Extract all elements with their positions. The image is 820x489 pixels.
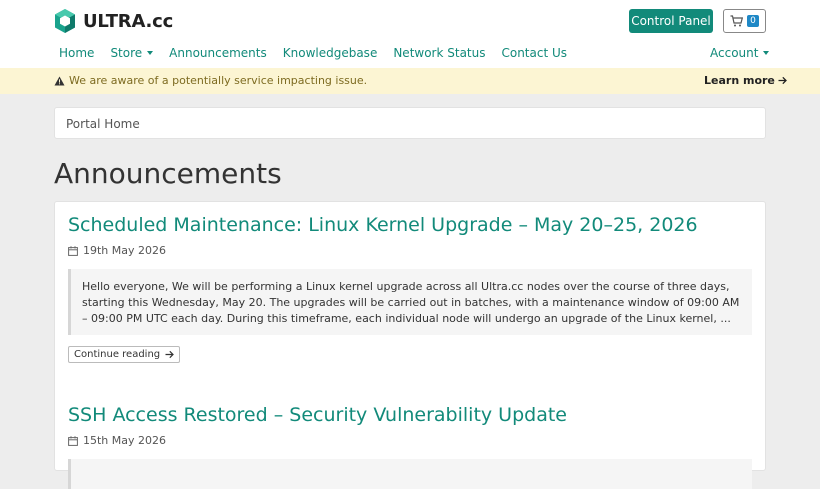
cart-icon (730, 15, 744, 27)
nav-item-announcements[interactable]: Announcements (163, 46, 267, 60)
calendar-icon (68, 245, 78, 256)
arrow-right-icon (165, 350, 174, 359)
nav-item-account[interactable]: Account (710, 46, 770, 60)
brand-logo[interactable]: ULTRA.cc (54, 8, 173, 34)
nav-item-home[interactable]: Home (54, 46, 94, 60)
caret-down-icon (147, 51, 154, 55)
announcement-excerpt: Hello everyone, We will be performing a … (68, 269, 752, 335)
caret-down-icon (763, 51, 770, 55)
top-header: ULTRA.cc Control Panel 0 Home Store Anno… (0, 0, 820, 68)
nav-item-contact-us[interactable]: Contact Us (495, 46, 567, 60)
announcement-date: 19th May 2026 (68, 244, 752, 257)
brand-name: ULTRA.cc (83, 10, 174, 32)
main-nav: Home Store Announcements Knowledgebase N… (54, 46, 577, 60)
continue-reading-button[interactable]: Continue reading (68, 346, 181, 363)
breadcrumb: Portal Home (54, 107, 766, 139)
alert-message: We are aware of a potentially service im… (69, 74, 368, 87)
announcement-item: Scheduled Maintenance: Linux Kernel Upgr… (68, 214, 752, 363)
announcement-title[interactable]: Scheduled Maintenance: Linux Kernel Upgr… (68, 214, 752, 236)
breadcrumb-portal-home[interactable]: Portal Home (66, 117, 140, 131)
announcements-list: Scheduled Maintenance: Linux Kernel Upgr… (54, 201, 766, 489)
nav-item-store[interactable]: Store (104, 46, 154, 60)
learn-more-link[interactable]: Learn more (704, 74, 787, 87)
control-panel-button[interactable]: Control Panel (629, 9, 713, 33)
hexagon-logo-icon (55, 9, 75, 33)
announcement-item: SSH Access Restored – Security Vulnerabi… (68, 404, 752, 489)
warning-icon (54, 76, 65, 85)
cart-count-badge: 0 (747, 15, 759, 27)
announcement-title[interactable]: SSH Access Restored – Security Vulnerabi… (68, 404, 752, 426)
alert-banner: We are aware of a potentially service im… (0, 68, 820, 94)
calendar-icon (68, 435, 78, 446)
page-title: Announcements (54, 157, 282, 190)
announcement-excerpt (68, 459, 752, 489)
arrow-right-icon (778, 76, 787, 85)
cart-button[interactable]: 0 (723, 9, 766, 33)
announcement-date: 15th May 2026 (68, 434, 752, 447)
nav-item-knowledgebase[interactable]: Knowledgebase (277, 46, 378, 60)
nav-item-network-status[interactable]: Network Status (387, 46, 485, 60)
